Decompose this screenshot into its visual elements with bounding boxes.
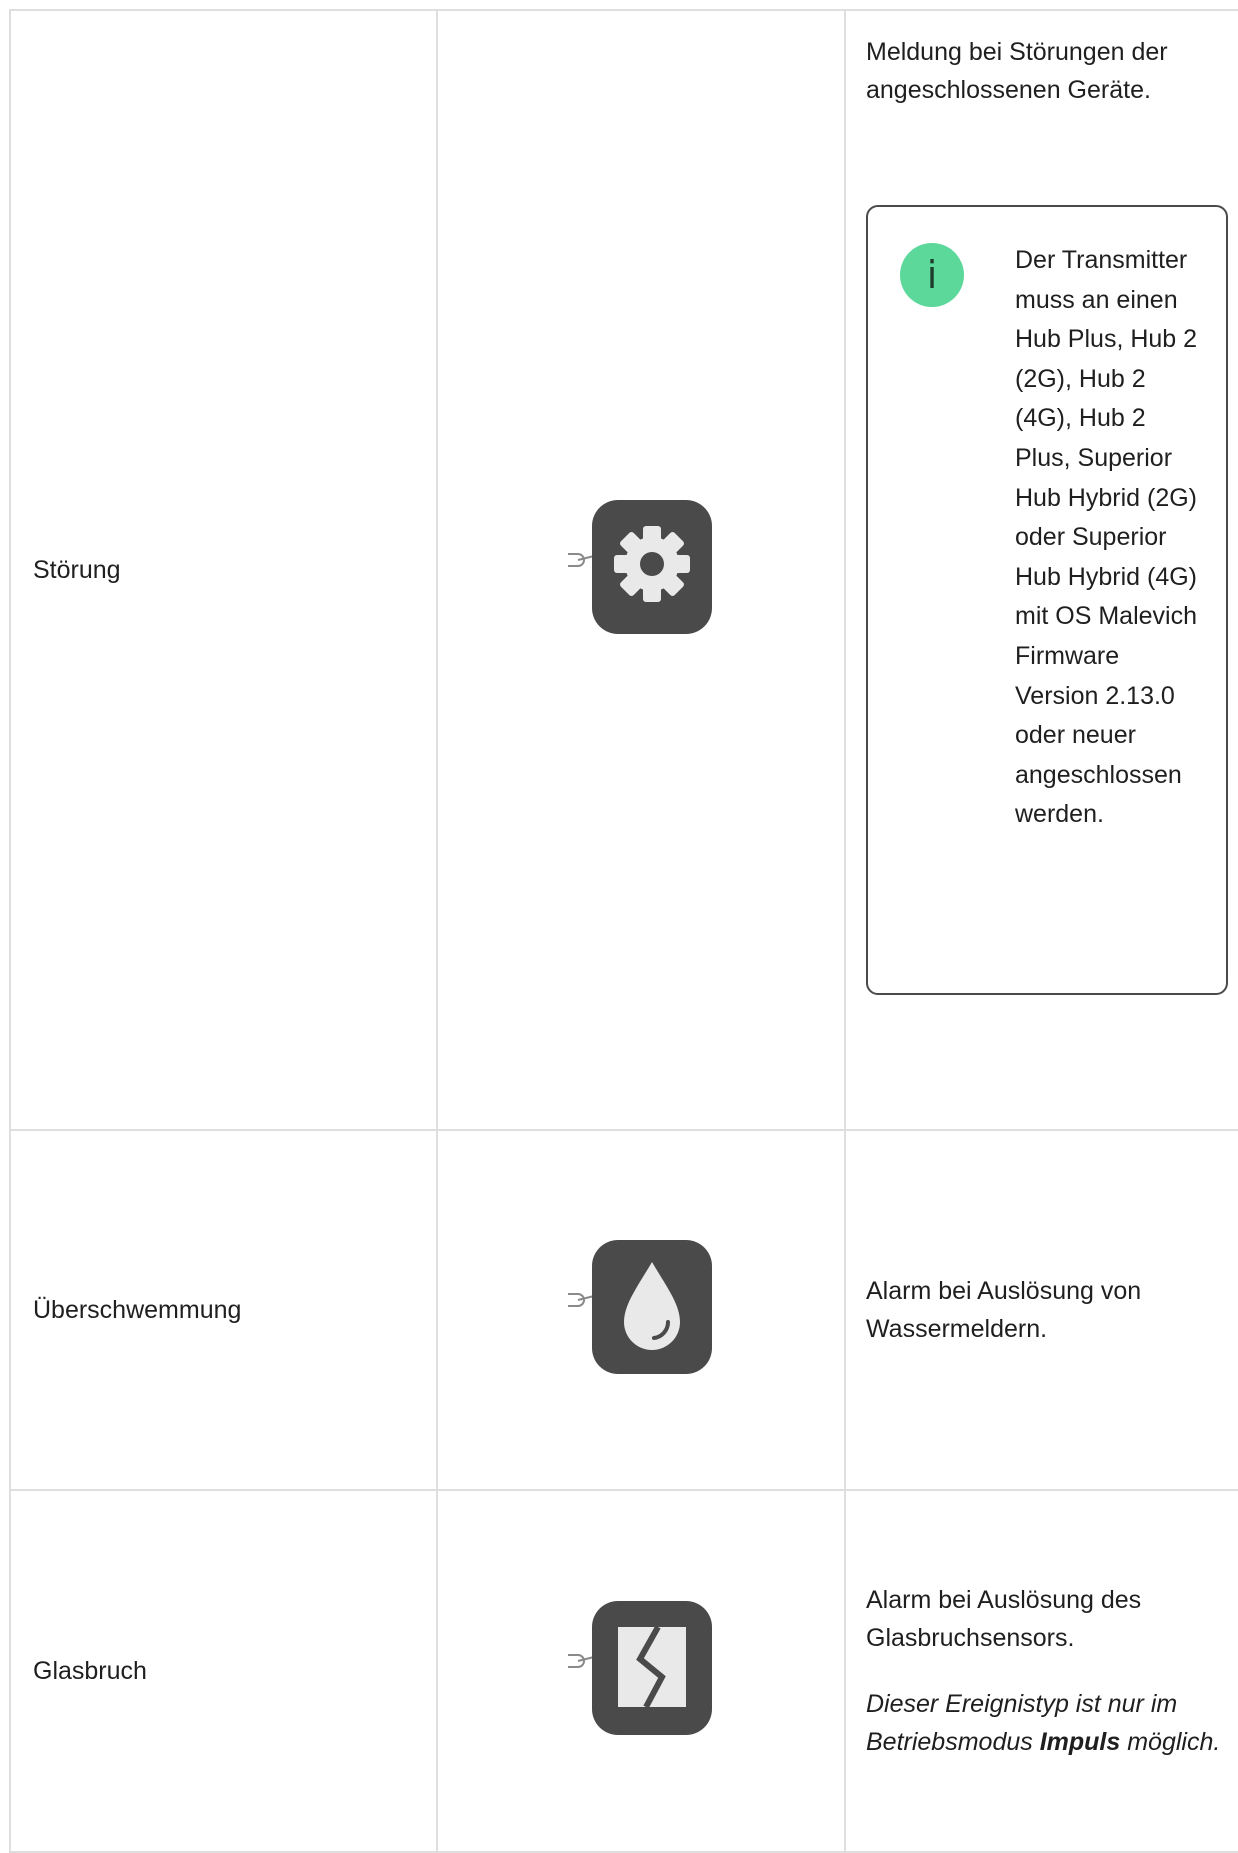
glass-break-icon: [566, 1599, 716, 1744]
info-icon: i: [900, 243, 964, 307]
description-text: Meldung bei Störungen der angeschlossene…: [866, 38, 1168, 104]
event-name: Störung: [9, 9, 438, 1131]
event-name: Glasbruch: [9, 1489, 438, 1853]
event-icon-cell: [436, 9, 846, 1131]
event-icon-cell: [436, 1129, 846, 1491]
event-name: Überschwemmung: [9, 1129, 438, 1491]
event-types-table: Störung Meldung bei Störungen der angesc…: [9, 9, 1238, 1853]
note-text: Der Transmitter muss an einen Hub Plus, …: [1015, 246, 1198, 829]
table-row: Überschwemmung Alarm bei Auslösung von W…: [9, 1129, 1238, 1491]
info-note: i Der Transmitter muss an einen Hub Plus…: [866, 205, 1228, 995]
mode-note: Dieser Ereignistyp ist nur im Betriebsmo…: [866, 1690, 1221, 1756]
gear-icon: [566, 498, 716, 643]
event-description: Meldung bei Störungen der angeschlossene…: [844, 9, 1238, 1131]
description-text: Alarm bei Auslösung des Glasbruchsensors…: [866, 1586, 1142, 1652]
table-row: Störung Meldung bei Störungen der angesc…: [9, 9, 1238, 1131]
event-description: Alarm bei Auslösung des Glasbruchsensors…: [844, 1489, 1238, 1853]
description-text: Alarm bei Auslösung von Wassermeldern.: [866, 1277, 1142, 1343]
event-icon-cell: [436, 1489, 846, 1853]
event-description: Alarm bei Auslösung von Wassermeldern.: [844, 1129, 1238, 1491]
table-row: Glasbruch Alarm bei Auslösung des Glasbr…: [9, 1489, 1238, 1853]
water-drop-icon: [566, 1238, 716, 1383]
